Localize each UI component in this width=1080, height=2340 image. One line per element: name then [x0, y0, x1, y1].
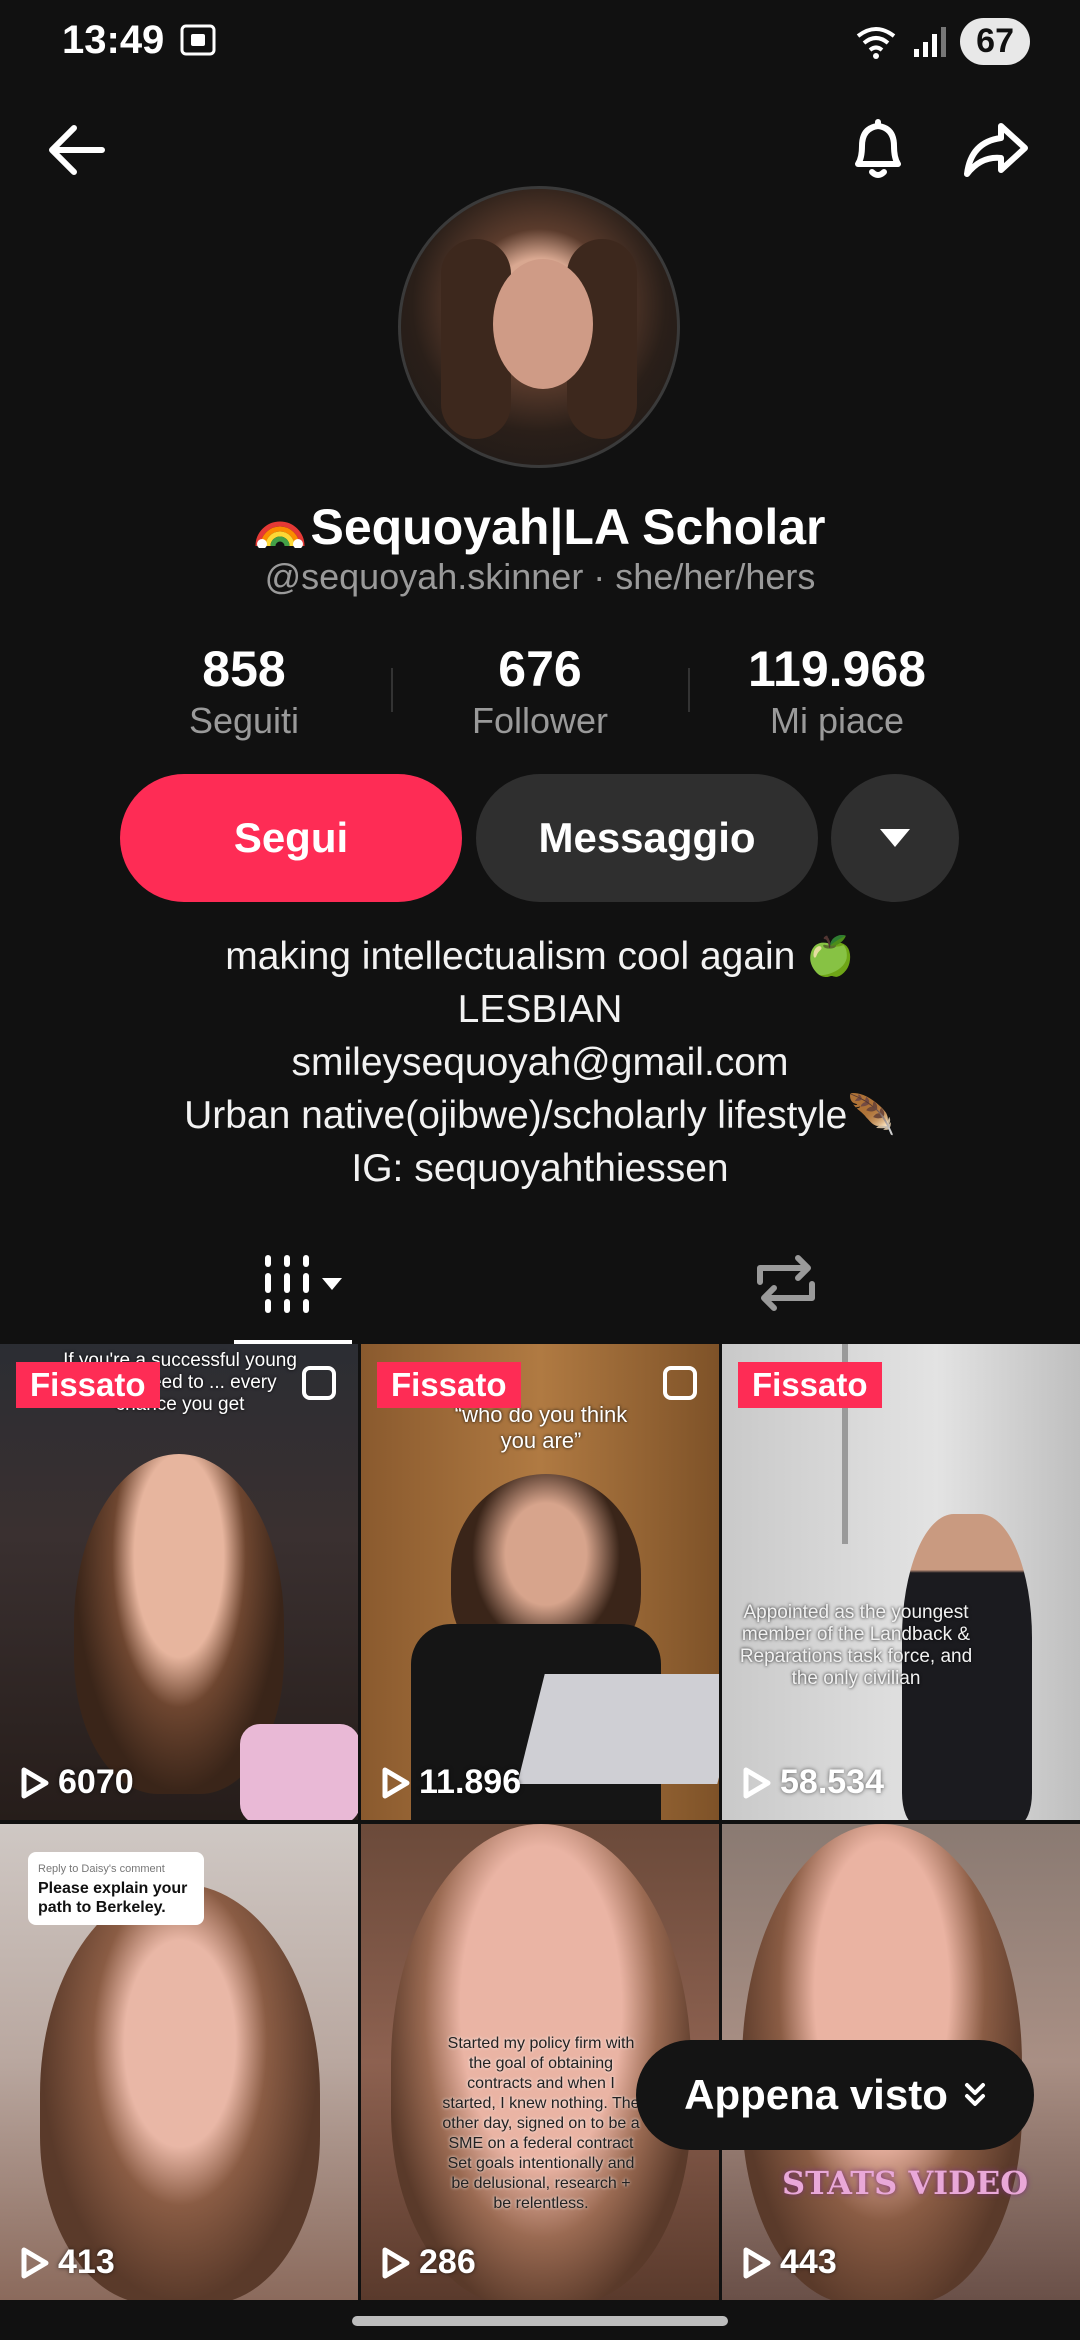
view-count: 413 — [20, 2243, 115, 2282]
profile-actions: Segui Messaggio — [0, 774, 1080, 902]
play-icon — [743, 2247, 771, 2278]
video-overlay-text: “who do you think you are” — [454, 1402, 628, 1453]
profile-tabs — [0, 1240, 1080, 1344]
wifi-icon — [856, 26, 896, 59]
stat-likes-value: 119.968 — [748, 641, 926, 697]
back-button[interactable] — [36, 110, 116, 190]
bio-line: IG: sequoyahthiessen — [351, 1147, 729, 1190]
stat-divider — [391, 668, 393, 712]
pinned-badge: Fissato — [16, 1362, 160, 1408]
status-icons: 67 — [854, 18, 1030, 65]
view-count: 443 — [742, 2243, 837, 2282]
view-count-value: 6070 — [58, 1763, 134, 1801]
profile-bio: making intellectualism cool again 🍏 LESB… — [0, 930, 1080, 1195]
view-count: 58.534 — [742, 1763, 884, 1802]
stat-following-label: Seguiti — [188, 700, 300, 741]
caret-down-icon — [880, 829, 910, 847]
view-count-value: 58.534 — [780, 1763, 884, 1801]
video-overlay-text: Appointed as the youngest member of the … — [739, 1602, 973, 1689]
message-button[interactable]: Messaggio — [476, 774, 818, 902]
bio-line: Urban native(ojibwe)/scholarly lifestyle… — [184, 1094, 896, 1137]
tab-caret-icon — [322, 1278, 342, 1290]
bio-line: smileysequoyah@gmail.com — [291, 1041, 789, 1084]
display-name-text: Sequoyah|LA Scholar — [310, 499, 826, 555]
video-tile[interactable]: If you're a successful young ... you nee… — [0, 1344, 358, 1820]
stat-followers[interactable]: 676 Follower — [430, 640, 650, 742]
follow-button[interactable]: Segui — [120, 774, 462, 902]
battery-badge: 67 — [960, 18, 1030, 65]
repost-icon — [757, 1255, 815, 1311]
share-button[interactable] — [956, 110, 1036, 190]
view-count: 11.896 — [381, 1763, 521, 1802]
bell-icon — [855, 119, 901, 178]
reply-text: Please explain your path to Berkeley. — [38, 1880, 188, 1916]
view-count-value: 286 — [419, 2243, 476, 2281]
stat-followers-value: 676 — [498, 641, 582, 697]
video-tile[interactable]: Reply to Daisy's comment Please explain … — [0, 1824, 358, 2300]
view-count-value: 11.896 — [419, 1763, 522, 1801]
video-overlay-text: Started my policy firm with the goal of … — [442, 2035, 640, 2212]
bio-line: making intellectualism cool again 🍏 — [225, 935, 855, 978]
bio-line: LESBIAN — [457, 988, 623, 1031]
status-time: 13:49 — [62, 18, 165, 62]
grid-bars-icon — [265, 1255, 309, 1313]
tab-reposts[interactable] — [752, 1252, 820, 1319]
status-bar: 13:49 67 — [0, 0, 1080, 80]
profile-stats: 858 Seguiti 676 Follower 119.968 Mi piac… — [0, 640, 1080, 742]
screen-record-icon — [180, 24, 216, 56]
view-count: 286 — [381, 2243, 476, 2282]
suggested-accounts-button[interactable] — [831, 774, 959, 902]
video-tile[interactable]: Appointed as the youngest member of the … — [722, 1344, 1080, 1820]
top-bar — [0, 110, 1080, 190]
stat-likes[interactable]: 119.968 Mi piace — [727, 640, 947, 742]
tab-videos[interactable] — [262, 1254, 342, 1314]
signal-icon — [914, 26, 947, 57]
arrow-left-icon — [49, 125, 105, 175]
play-icon — [21, 2247, 49, 2278]
reply-comment-card: Reply to Daisy's comment Please explain … — [28, 1852, 204, 1925]
view-count-value: 443 — [780, 2243, 837, 2281]
play-icon — [743, 1767, 771, 1798]
view-count-value: 413 — [58, 2243, 115, 2281]
stat-likes-label: Mi piace — [769, 700, 905, 741]
video-overlay-text: STATS VIDEO — [782, 2164, 1029, 2202]
pinned-badge: Fissato — [377, 1362, 521, 1408]
rainbow-emoji-icon — [255, 521, 305, 548]
video-tile[interactable]: “who do you think you are” Fissato 11.89… — [361, 1344, 719, 1820]
profile-display-name: Sequoyah|LA Scholar — [0, 498, 1080, 556]
double-chevron-down-icon — [964, 2083, 985, 2106]
pinned-badge: Fissato — [738, 1362, 882, 1408]
stat-divider — [688, 668, 690, 712]
recently-viewed-button[interactable]: Appena visto — [636, 2040, 1034, 2150]
multi-post-icon — [663, 1366, 697, 1400]
recently-viewed-label: Appena visto — [684, 2071, 948, 2118]
stat-following-value: 858 — [202, 641, 286, 697]
play-icon — [382, 2247, 410, 2278]
reply-label: Reply to Daisy's comment — [38, 1863, 165, 1875]
multi-post-icon — [302, 1366, 336, 1400]
profile-avatar[interactable] — [398, 186, 680, 468]
play-icon — [382, 1767, 410, 1798]
stat-following[interactable]: 858 Seguiti — [134, 640, 354, 742]
profile-handle: @sequoyah.skinner · she/her/hers — [264, 556, 816, 597]
stat-followers-label: Follower — [471, 700, 609, 741]
play-icon — [21, 1767, 49, 1798]
share-arrow-icon — [964, 123, 1028, 177]
view-count: 6070 — [20, 1763, 134, 1802]
notifications-button[interactable] — [838, 110, 918, 190]
home-indicator[interactable] — [352, 2316, 728, 2326]
